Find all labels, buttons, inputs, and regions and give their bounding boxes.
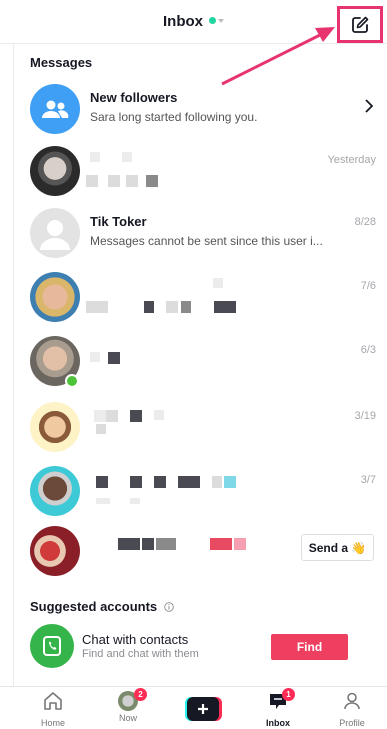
contact-avatar	[30, 526, 80, 576]
create-button[interactable]	[185, 697, 222, 721]
conversation-row[interactable]: 3/19	[18, 396, 387, 458]
nav-inbox[interactable]: 1 Inbox	[248, 688, 308, 728]
redacted-name	[142, 538, 154, 550]
profile-icon	[344, 692, 360, 710]
compose-message-button[interactable]	[337, 6, 383, 43]
contact-name: Tik Toker	[90, 214, 147, 229]
redacted-preview	[108, 175, 120, 187]
online-indicator	[65, 374, 79, 388]
inbox-badge: 1	[282, 688, 295, 701]
default-avatar	[30, 208, 80, 258]
conversation-row[interactable]: Send a 👋	[18, 520, 387, 582]
redacted-preview	[130, 498, 140, 504]
redacted-name	[224, 476, 236, 488]
redacted-name	[106, 410, 118, 422]
suggested-title: Chat with contacts	[82, 632, 189, 647]
nav-profile[interactable]: Profile	[322, 691, 382, 728]
suggested-accounts-label: Suggested accounts	[30, 599, 158, 614]
redacted-preview	[214, 301, 236, 313]
new-followers-row[interactable]: New followers Sara long started followin…	[18, 78, 387, 140]
message-preview: Messages cannot be sent since this user …	[90, 234, 323, 248]
find-button[interactable]: Find	[271, 634, 348, 660]
nav-now[interactable]: 2 Now	[98, 688, 158, 723]
info-icon[interactable]	[164, 602, 174, 612]
now-badge: 2	[134, 688, 147, 701]
contact-avatar	[30, 272, 80, 322]
phone-contacts-icon	[43, 636, 61, 656]
redacted-preview	[166, 301, 178, 313]
send-wave-button[interactable]: Send a 👋	[301, 534, 374, 561]
home-icon	[44, 692, 62, 710]
contacts-avatar	[30, 624, 74, 668]
message-time: 3/7	[360, 474, 376, 486]
redacted-preview	[86, 301, 108, 313]
redacted-name	[118, 538, 140, 550]
redacted-preview	[86, 175, 98, 187]
followers-avatar-icon	[30, 84, 80, 134]
users-icon	[42, 100, 69, 118]
redacted-name	[210, 538, 232, 550]
new-followers-subtitle: Sara long started following you.	[90, 110, 258, 124]
left-divider	[0, 44, 14, 686]
conversation-row[interactable]: 3/7	[18, 460, 387, 522]
bottom-nav: Home 2 Now 1 Inbox Profile	[0, 686, 387, 729]
message-time: 6/3	[360, 344, 376, 356]
redacted-name	[94, 410, 106, 422]
redacted-preview	[146, 175, 158, 187]
conversation-row[interactable]: 6/3	[18, 330, 387, 392]
redacted-name	[213, 278, 223, 288]
redacted-name	[156, 538, 176, 550]
nav-home-label: Home	[40, 718, 65, 728]
contact-avatar	[30, 146, 80, 196]
message-time: Yesterday	[327, 154, 376, 166]
message-time: 7/6	[360, 280, 376, 292]
redacted-name	[96, 476, 108, 488]
redacted-preview	[126, 175, 138, 187]
online-status-dot	[209, 17, 216, 24]
message-time: 3/19	[354, 410, 376, 422]
inbox-title: Inbox	[163, 13, 203, 30]
suggested-accounts-title: Suggested accounts	[30, 599, 174, 614]
redacted-name	[178, 476, 200, 488]
redacted-preview	[96, 424, 106, 434]
messages-section-title: Messages	[30, 55, 93, 70]
redacted-preview	[181, 301, 191, 313]
nav-home[interactable]: Home	[23, 691, 83, 728]
contact-avatar	[30, 402, 80, 452]
user-placeholder-icon	[40, 220, 70, 250]
redacted-name	[234, 538, 246, 550]
new-followers-title: New followers	[90, 90, 178, 105]
redacted-name	[154, 476, 166, 488]
redacted-preview	[96, 498, 110, 504]
redacted-name	[122, 152, 132, 162]
plus-icon	[198, 704, 208, 714]
message-time: 8/28	[354, 216, 376, 228]
redacted-name	[154, 410, 164, 420]
redacted-name	[130, 476, 142, 488]
redacted-preview	[144, 301, 154, 313]
contact-avatar	[30, 466, 80, 516]
nav-now-label: Now	[118, 713, 137, 723]
redacted-name	[108, 352, 120, 364]
nav-profile-label: Profile	[339, 718, 365, 728]
redacted-name	[90, 152, 100, 162]
redacted-name	[90, 352, 100, 362]
conversation-row[interactable]: 7/6	[18, 266, 387, 328]
redacted-name	[212, 476, 222, 488]
nav-inbox-label: Inbox	[266, 718, 290, 728]
redacted-name	[130, 410, 142, 422]
chevron-right-icon	[365, 99, 373, 113]
conversation-row[interactable]: Yesterday	[18, 140, 387, 202]
compose-icon	[352, 16, 369, 33]
conversation-row[interactable]: Tik Toker Messages cannot be sent since …	[18, 202, 387, 264]
